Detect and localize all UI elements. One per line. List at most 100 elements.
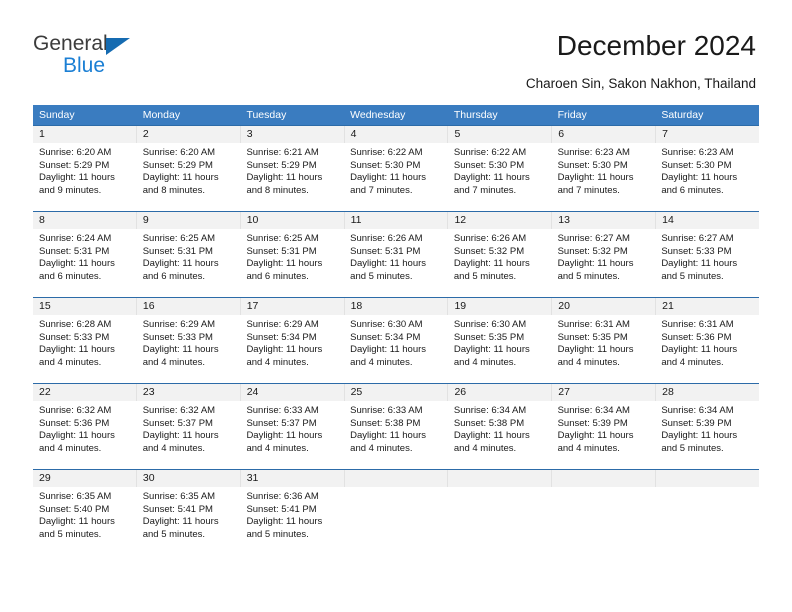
- daylight-text-line2: and 4 minutes.: [246, 442, 309, 454]
- sunset-text: Sunset: 5:39 PM: [557, 417, 628, 429]
- day-cell[interactable]: Sunrise: 6:34 AM Sunset: 5:38 PM Dayligh…: [448, 401, 552, 469]
- day-cell[interactable]: Sunrise: 6:33 AM Sunset: 5:37 PM Dayligh…: [240, 401, 344, 469]
- day-number[interactable]: 25: [345, 384, 449, 401]
- day-cell[interactable]: Sunrise: 6:35 AM Sunset: 5:41 PM Dayligh…: [137, 487, 241, 555]
- day-number[interactable]: 26: [448, 384, 553, 401]
- day-cell[interactable]: Sunrise: 6:20 AM Sunset: 5:29 PM Dayligh…: [137, 143, 241, 211]
- sunrise-text: Sunrise: 6:26 AM: [453, 233, 527, 244]
- sunset-text: Sunset: 5:39 PM: [661, 417, 732, 429]
- sunset-text: Sunset: 5:31 PM: [350, 245, 421, 257]
- day-number[interactable]: 10: [241, 212, 345, 229]
- sunset-text: Sunset: 5:35 PM: [557, 331, 628, 343]
- week-daynumber-band: 22 23 24 25 26 27 28: [33, 384, 759, 401]
- daylight-text-line1: Daylight: 11 hours: [246, 430, 323, 442]
- sunrise-text: Sunrise: 6:31 AM: [557, 319, 630, 330]
- day-number[interactable]: 13: [552, 212, 657, 229]
- day-number[interactable]: 7: [656, 126, 759, 143]
- daylight-text-line1: Daylight: 11 hours: [661, 344, 738, 356]
- day-cell[interactable]: Sunrise: 6:26 AM Sunset: 5:32 PM Dayligh…: [448, 229, 552, 297]
- sunset-text: Sunset: 5:34 PM: [246, 331, 317, 343]
- day-number[interactable]: 14: [656, 212, 759, 229]
- day-number[interactable]: 3: [241, 126, 345, 143]
- day-number[interactable]: 18: [345, 298, 449, 315]
- day-cell[interactable]: Sunrise: 6:25 AM Sunset: 5:31 PM Dayligh…: [137, 229, 241, 297]
- daylight-text-line1: Daylight: 11 hours: [557, 258, 634, 270]
- daylight-text-line1: Daylight: 11 hours: [453, 430, 530, 442]
- sunrise-text: Sunrise: 6:25 AM: [142, 233, 216, 244]
- daylight-text-line2: and 5 minutes.: [661, 270, 724, 282]
- day-number[interactable]: 29: [33, 470, 137, 487]
- day-cell[interactable]: Sunrise: 6:29 AM Sunset: 5:34 PM Dayligh…: [240, 315, 344, 383]
- calendar-week-row: 22 23 24 25 26 27 28 Sunrise: 6:32 AM Su…: [33, 383, 759, 469]
- day-cell[interactable]: Sunrise: 6:31 AM Sunset: 5:35 PM Dayligh…: [552, 315, 656, 383]
- week-detail-band: Sunrise: 6:32 AM Sunset: 5:36 PM Dayligh…: [33, 401, 759, 469]
- daylight-text-line2: and 4 minutes.: [246, 356, 309, 368]
- day-cell[interactable]: Sunrise: 6:29 AM Sunset: 5:33 PM Dayligh…: [137, 315, 241, 383]
- day-cell[interactable]: Sunrise: 6:28 AM Sunset: 5:33 PM Dayligh…: [33, 315, 137, 383]
- day-cell[interactable]: Sunrise: 6:30 AM Sunset: 5:35 PM Dayligh…: [448, 315, 552, 383]
- day-cell[interactable]: Sunrise: 6:22 AM Sunset: 5:30 PM Dayligh…: [344, 143, 448, 211]
- day-number[interactable]: 31: [241, 470, 345, 487]
- day-cell[interactable]: Sunrise: 6:36 AM Sunset: 5:41 PM Dayligh…: [240, 487, 344, 555]
- day-cell[interactable]: Sunrise: 6:27 AM Sunset: 5:33 PM Dayligh…: [655, 229, 759, 297]
- day-number[interactable]: 8: [33, 212, 137, 229]
- daylight-text-line1: Daylight: 11 hours: [350, 258, 427, 270]
- day-number[interactable]: 17: [241, 298, 345, 315]
- day-number[interactable]: 19: [448, 298, 553, 315]
- daylight-text-line1: Daylight: 11 hours: [246, 258, 323, 270]
- week-daynumber-band: 1 2 3 4 5 6 7: [33, 126, 759, 143]
- daylight-text-line2: and 7 minutes.: [557, 184, 620, 196]
- page-subtitle: Charoen Sin, Sakon Nakhon, Thailand: [525, 76, 756, 91]
- day-number[interactable]: 27: [552, 384, 657, 401]
- day-cell[interactable]: Sunrise: 6:30 AM Sunset: 5:34 PM Dayligh…: [344, 315, 448, 383]
- day-number[interactable]: 12: [448, 212, 553, 229]
- day-cell[interactable]: Sunrise: 6:34 AM Sunset: 5:39 PM Dayligh…: [655, 401, 759, 469]
- day-number[interactable]: 21: [656, 298, 759, 315]
- sunset-text: Sunset: 5:31 PM: [246, 245, 317, 257]
- day-number[interactable]: 2: [137, 126, 241, 143]
- day-number[interactable]: 6: [552, 126, 657, 143]
- day-number[interactable]: 30: [137, 470, 241, 487]
- day-cell[interactable]: Sunrise: 6:23 AM Sunset: 5:30 PM Dayligh…: [552, 143, 656, 211]
- day-cell[interactable]: Sunrise: 6:33 AM Sunset: 5:38 PM Dayligh…: [344, 401, 448, 469]
- day-number[interactable]: 9: [137, 212, 241, 229]
- day-cell[interactable]: Sunrise: 6:31 AM Sunset: 5:36 PM Dayligh…: [655, 315, 759, 383]
- sunrise-text: Sunrise: 6:21 AM: [246, 147, 319, 158]
- day-number[interactable]: 11: [345, 212, 449, 229]
- day-cell[interactable]: Sunrise: 6:32 AM Sunset: 5:37 PM Dayligh…: [137, 401, 241, 469]
- day-cell[interactable]: Sunrise: 6:34 AM Sunset: 5:39 PM Dayligh…: [552, 401, 656, 469]
- weekday-header-row: Sunday Monday Tuesday Wednesday Thursday…: [33, 105, 759, 125]
- sunrise-text: Sunrise: 6:30 AM: [350, 319, 423, 330]
- day-cell[interactable]: Sunrise: 6:20 AM Sunset: 5:29 PM Dayligh…: [33, 143, 137, 211]
- day-cell[interactable]: Sunrise: 6:24 AM Sunset: 5:31 PM Dayligh…: [33, 229, 137, 297]
- day-number[interactable]: 28: [656, 384, 759, 401]
- day-number[interactable]: 22: [33, 384, 137, 401]
- calendar-week-row: 29 30 31 Sunrise: 6:35 AM Sunset: 5:40 P…: [33, 469, 759, 555]
- daylight-text-line2: and 5 minutes.: [350, 270, 413, 282]
- daylight-text-line1: Daylight: 11 hours: [661, 258, 738, 270]
- day-number[interactable]: 16: [137, 298, 241, 315]
- day-number[interactable]: 4: [345, 126, 449, 143]
- day-cell[interactable]: Sunrise: 6:25 AM Sunset: 5:31 PM Dayligh…: [240, 229, 344, 297]
- day-cell[interactable]: Sunrise: 6:21 AM Sunset: 5:29 PM Dayligh…: [240, 143, 344, 211]
- day-number[interactable]: 15: [33, 298, 137, 315]
- day-number[interactable]: 23: [137, 384, 241, 401]
- day-cell[interactable]: Sunrise: 6:26 AM Sunset: 5:31 PM Dayligh…: [344, 229, 448, 297]
- day-cell[interactable]: Sunrise: 6:32 AM Sunset: 5:36 PM Dayligh…: [33, 401, 137, 469]
- day-number[interactable]: 1: [33, 126, 137, 143]
- day-cell[interactable]: Sunrise: 6:27 AM Sunset: 5:32 PM Dayligh…: [552, 229, 656, 297]
- week-detail-band: Sunrise: 6:24 AM Sunset: 5:31 PM Dayligh…: [33, 229, 759, 297]
- sunset-text: Sunset: 5:33 PM: [39, 331, 110, 343]
- day-cell[interactable]: Sunrise: 6:35 AM Sunset: 5:40 PM Dayligh…: [33, 487, 137, 555]
- day-number[interactable]: 20: [552, 298, 657, 315]
- daylight-text-line2: and 8 minutes.: [246, 184, 309, 196]
- day-number[interactable]: 5: [448, 126, 553, 143]
- sunset-text: Sunset: 5:31 PM: [39, 245, 110, 257]
- daylight-text-line2: and 9 minutes.: [39, 184, 102, 196]
- sunrise-text: Sunrise: 6:31 AM: [661, 319, 734, 330]
- day-number[interactable]: 24: [241, 384, 345, 401]
- generalblue-logo[interactable]: General Blue: [33, 32, 253, 84]
- day-number-empty: [552, 470, 657, 487]
- day-cell[interactable]: Sunrise: 6:22 AM Sunset: 5:30 PM Dayligh…: [448, 143, 552, 211]
- day-cell[interactable]: Sunrise: 6:23 AM Sunset: 5:30 PM Dayligh…: [655, 143, 759, 211]
